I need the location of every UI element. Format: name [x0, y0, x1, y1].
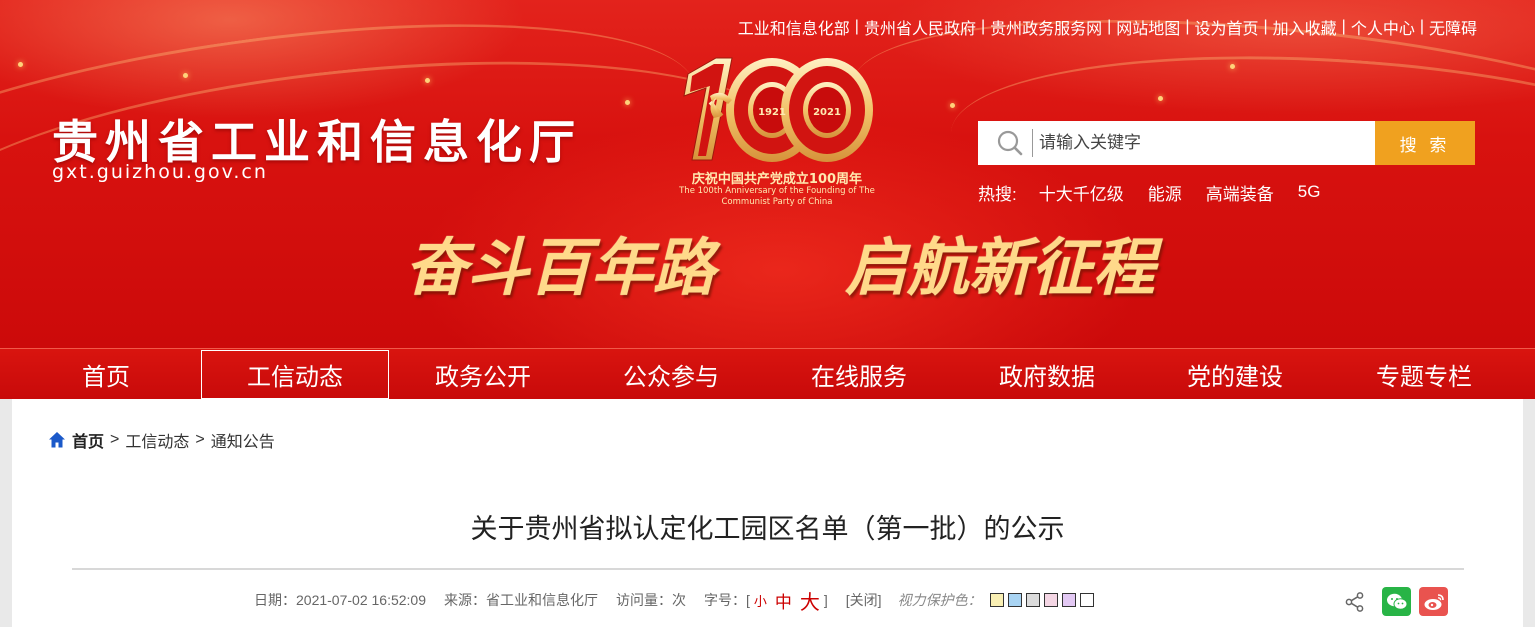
breadcrumb-notices[interactable]: 通知公告 — [211, 428, 275, 452]
nav-item-topics[interactable]: 专题专栏 — [1330, 350, 1518, 398]
nav-item-open-gov[interactable]: 政务公开 — [389, 350, 577, 398]
font-size-label: 字号： — [704, 592, 746, 608]
slogan-left: 奋斗百年路 — [405, 231, 716, 304]
eye-color-purple[interactable] — [1061, 593, 1076, 607]
top-link-accessibility[interactable]: 无障碍 — [1429, 15, 1477, 39]
sparkle — [425, 78, 430, 83]
article-source: 省工业和信息化厅 — [486, 592, 598, 608]
slogan: 奋斗百年路 启航新征程 — [405, 222, 1155, 304]
hot-item-5g[interactable]: 5G — [1298, 182, 1321, 202]
eye-color-gray[interactable] — [1025, 593, 1040, 607]
article-meta: 日期： 2021-07-02 16:52:09 来源： 省工业和信息化厅 访问量… — [254, 588, 1094, 614]
top-link-favorite[interactable]: 加入收藏 — [1273, 15, 1337, 39]
article-date: 2021-07-02 16:52:09 — [296, 592, 426, 608]
anniversary-caption-en: The 100th Anniversary of the Founding of… — [679, 186, 875, 207]
hot-searches: 热搜: 十大千亿级 能源 高端装备 5G — [978, 180, 1344, 204]
eye-color-pink[interactable] — [1043, 593, 1058, 607]
bracket-open: [ — [746, 592, 750, 608]
close-link[interactable]: [关闭] — [846, 590, 882, 610]
breadcrumb-separator: > — [195, 431, 205, 448]
nav-item-participation[interactable]: 公众参与 — [577, 350, 765, 398]
nav-item-gov-data[interactable]: 政府数据 — [953, 350, 1141, 398]
hot-label: 热搜: — [978, 184, 1017, 204]
nav-item-news[interactable]: 工信动态 — [201, 350, 389, 399]
nav-item-party[interactable]: 党的建设 — [1141, 350, 1329, 398]
hot-item-equipment[interactable]: 高端装备 — [1206, 180, 1274, 205]
search-input[interactable] — [1032, 129, 1352, 157]
weibo-icon[interactable] — [1419, 587, 1448, 616]
wechat-glyph — [1386, 593, 1407, 610]
visits-unit: 次 — [672, 592, 686, 608]
anniversary-caption-cn: 庆祝中国共产党成立100周年 — [691, 172, 863, 187]
search-icon — [997, 130, 1023, 156]
sparkle — [18, 62, 23, 67]
eye-color-white[interactable] — [1079, 593, 1094, 607]
top-link-user-center[interactable]: 个人中心 — [1351, 15, 1415, 39]
site-header: 工业和信息化部 | 贵州省人民政府 | 贵州政务服务网 | 网站地图 | 设为首页 | 加… — [0, 0, 1535, 348]
site-url: gxt.guizhou.gov.cn — [52, 161, 268, 183]
font-size-large[interactable]: 大 — [800, 586, 820, 615]
top-link-homepage[interactable]: 设为首页 — [1194, 15, 1258, 39]
source-label: 来源： — [444, 592, 486, 608]
sparkle — [625, 100, 630, 105]
date-label: 日期： — [254, 592, 296, 608]
top-link-sitemap[interactable]: 网站地图 — [1116, 15, 1180, 39]
hot-item-qianyi[interactable]: 十大千亿级 — [1039, 180, 1124, 205]
sparkle — [950, 103, 955, 108]
top-links: 工业和信息化部 | 贵州省人民政府 | 贵州政务服务网 | 网站地图 | 设为首页 | 加… — [738, 16, 1477, 38]
wechat-icon[interactable] — [1382, 587, 1411, 616]
share-icon[interactable] — [1344, 591, 1366, 613]
hot-item-energy[interactable]: 能源 — [1148, 180, 1182, 205]
top-link-service[interactable]: 贵州政务服务网 — [990, 15, 1102, 39]
year-start: 1921 — [758, 107, 786, 118]
font-size-medium[interactable]: 中 — [775, 588, 792, 613]
eye-care-label: 视力保护色： — [897, 592, 982, 608]
eye-color-yellow[interactable] — [989, 593, 1004, 607]
top-link-miit[interactable]: 工业和信息化部 — [738, 15, 850, 39]
search-box — [978, 121, 1375, 165]
breadcrumb: 首页 > 工信动态 > 通知公告 — [48, 429, 275, 451]
breadcrumb-news[interactable]: 工信动态 — [125, 428, 189, 452]
search-button[interactable]: 搜 索 — [1375, 121, 1475, 165]
article-title: 关于贵州省拟认定化工园区名单（第一批）的公示 — [470, 514, 1065, 544]
slogan-right: 启航新征程 — [844, 231, 1155, 304]
main-nav: 首页 工信动态 政务公开 公众参与 在线服务 政府数据 党的建设 专题专栏 — [0, 348, 1535, 399]
sparkle — [183, 73, 188, 78]
search-bar: 搜 索 — [978, 121, 1475, 165]
breadcrumb-separator: > — [110, 431, 120, 448]
weibo-glyph — [1424, 593, 1444, 610]
home-icon — [49, 432, 65, 448]
visits-label: 访问量： — [616, 592, 672, 608]
title-divider — [72, 568, 1464, 570]
year-end: 2021 — [813, 107, 841, 118]
share-bar — [1344, 587, 1448, 616]
article-panel: 首页 > 工信动态 > 通知公告 关于贵州省拟认定化工园区名单（第一批）的公示 … — [12, 399, 1523, 627]
nav-item-online-service[interactable]: 在线服务 — [765, 350, 953, 398]
top-link-gov[interactable]: 贵州省人民政府 — [864, 15, 976, 39]
breadcrumb-home[interactable]: 首页 — [72, 428, 104, 452]
sparkle — [1158, 96, 1163, 101]
eye-color-blue[interactable] — [1007, 593, 1022, 607]
bracket-close: ] — [823, 592, 828, 608]
font-size-small[interactable]: 小 — [754, 591, 767, 610]
sparkle — [1230, 64, 1235, 69]
nav-item-home[interactable]: 首页 — [12, 350, 200, 398]
